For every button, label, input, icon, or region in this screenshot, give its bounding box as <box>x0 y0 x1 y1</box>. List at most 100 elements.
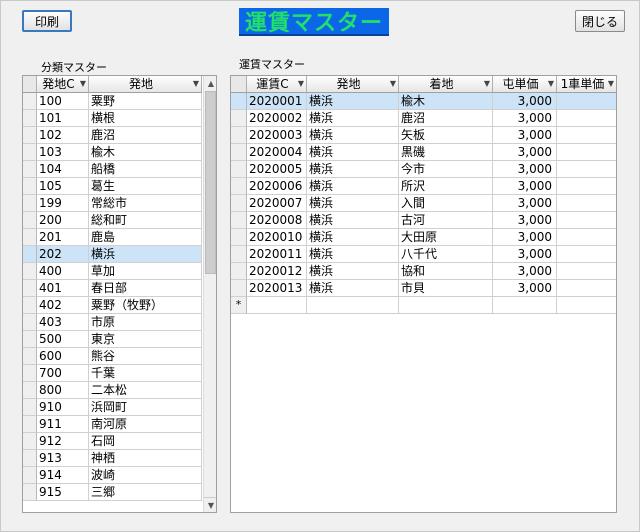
row-selector[interactable] <box>23 93 37 110</box>
row-selector[interactable] <box>231 161 247 178</box>
row-selector[interactable] <box>231 93 247 110</box>
left-grid-cell[interactable]: 105 <box>37 178 89 195</box>
right-grid-cell[interactable]: 今市 <box>399 161 493 178</box>
left-grid-row[interactable]: 403 市原 <box>23 314 202 331</box>
right-grid-cell[interactable]: 横浜 <box>307 178 399 195</box>
right-grid-cell[interactable]: 2020013 <box>247 280 307 297</box>
left-grid-row[interactable]: 500 東京 <box>23 331 202 348</box>
right-grid-row[interactable]: 2020008 横浜 古河 3,000 <box>231 212 616 229</box>
right-grid-cell[interactable] <box>557 178 616 195</box>
left-grid-cell[interactable]: 500 <box>37 331 89 348</box>
scroll-up-icon[interactable]: ▲ <box>204 76 216 90</box>
row-selector[interactable] <box>23 161 37 178</box>
left-grid-cell[interactable]: 熊谷 <box>89 348 202 365</box>
right-grid-cell[interactable]: 横浜 <box>307 195 399 212</box>
right-grid-cell[interactable]: 2020010 <box>247 229 307 246</box>
right-grid-cell[interactable] <box>557 297 616 314</box>
left-grid-cell[interactable]: 915 <box>37 484 89 501</box>
right-grid-cell[interactable]: 楡木 <box>399 93 493 110</box>
left-grid-row[interactable]: 910 浜岡町 <box>23 399 202 416</box>
left-grid-cell[interactable]: 東京 <box>89 331 202 348</box>
right-grid-cell[interactable]: 2020007 <box>247 195 307 212</box>
print-button[interactable]: 印刷 <box>22 10 72 32</box>
left-grid-cell[interactable]: 911 <box>37 416 89 433</box>
right-grid-cell[interactable]: 黒磯 <box>399 144 493 161</box>
right-grid-cell[interactable]: 横浜 <box>307 127 399 144</box>
left-grid-cell[interactable]: 700 <box>37 365 89 382</box>
row-selector[interactable] <box>23 382 37 399</box>
left-grid-row[interactable]: 102 鹿沼 <box>23 127 202 144</box>
left-grid-cell[interactable]: 横浜 <box>89 246 202 263</box>
right-grid-cell[interactable]: 横浜 <box>307 229 399 246</box>
right-grid-cell[interactable]: 大田原 <box>399 229 493 246</box>
row-selector[interactable] <box>23 178 37 195</box>
right-grid-cell[interactable]: 2020008 <box>247 212 307 229</box>
right-grid-row[interactable]: 2020010 横浜 大田原 3,000 <box>231 229 616 246</box>
dropdown-arrow-icon[interactable]: ▼ <box>193 76 199 92</box>
right-grid-row[interactable]: 2020005 横浜 今市 3,000 <box>231 161 616 178</box>
right-grid-cell[interactable]: 3,000 <box>493 178 557 195</box>
left-grid-cell[interactable]: 市原 <box>89 314 202 331</box>
fare-master-grid[interactable]: 運賃C ▼ 発地 ▼ 着地 ▼ 屯単価 ▼ 1車単価 ▼ 2020001 横浜 楡木 3,000 20200… <box>230 75 617 513</box>
left-grid-row[interactable]: 200 総和町 <box>23 212 202 229</box>
left-grid-row[interactable]: 800 二本松 <box>23 382 202 399</box>
row-selector[interactable] <box>23 399 37 416</box>
left-grid-cell[interactable]: 200 <box>37 212 89 229</box>
row-selector[interactable] <box>23 416 37 433</box>
right-grid-cell[interactable] <box>399 297 493 314</box>
right-grid-row[interactable]: 2020011 横浜 八千代 3,000 <box>231 246 616 263</box>
row-selector[interactable] <box>23 314 37 331</box>
close-button[interactable]: 閉じる <box>575 10 625 32</box>
left-grid-cell[interactable]: 201 <box>37 229 89 246</box>
left-grid-cell[interactable]: 千葉 <box>89 365 202 382</box>
row-selector[interactable] <box>23 127 37 144</box>
right-grid-cell[interactable]: 3,000 <box>493 93 557 110</box>
left-grid-cell[interactable]: 101 <box>37 110 89 127</box>
row-selector[interactable] <box>23 450 37 467</box>
left-grid-row[interactable]: 103 楡木 <box>23 144 202 161</box>
left-grid-row[interactable]: 104 船橋 <box>23 161 202 178</box>
right-grid-column-header[interactable]: 運賃C ▼ <box>247 76 307 93</box>
row-selector[interactable] <box>23 195 37 212</box>
left-grid-cell[interactable]: 104 <box>37 161 89 178</box>
right-grid-cell[interactable] <box>557 110 616 127</box>
left-grid-cell[interactable]: 鹿島 <box>89 229 202 246</box>
left-grid-cell[interactable]: 二本松 <box>89 382 202 399</box>
right-grid-cell[interactable]: 3,000 <box>493 280 557 297</box>
row-selector[interactable] <box>23 484 37 501</box>
right-grid-cell[interactable]: 入間 <box>399 195 493 212</box>
dropdown-arrow-icon[interactable]: ▼ <box>548 76 554 92</box>
left-grid-cell[interactable]: 600 <box>37 348 89 365</box>
row-selector[interactable] <box>231 212 247 229</box>
right-grid-row[interactable]: 2020013 横浜 市貝 3,000 <box>231 280 616 297</box>
left-grid-cell[interactable]: 910 <box>37 399 89 416</box>
right-grid-cell[interactable] <box>557 280 616 297</box>
left-grid-cell[interactable]: 400 <box>37 263 89 280</box>
left-grid-row[interactable]: 105 葛生 <box>23 178 202 195</box>
row-selector[interactable] <box>23 144 37 161</box>
right-grid-column-header[interactable]: 着地 ▼ <box>399 76 493 93</box>
left-grid-column-header[interactable]: 発地 ▼ <box>89 76 202 93</box>
left-grid-row[interactable]: 912 石岡 <box>23 433 202 450</box>
left-grid-cell[interactable]: 粟野 <box>89 93 202 110</box>
row-selector[interactable] <box>231 280 247 297</box>
right-grid-cell[interactable]: 3,000 <box>493 263 557 280</box>
row-selector[interactable] <box>23 229 37 246</box>
row-selector[interactable] <box>231 246 247 263</box>
left-grid-row[interactable]: 101 横根 <box>23 110 202 127</box>
left-grid-cell[interactable]: 三郷 <box>89 484 202 501</box>
left-grid-row[interactable]: 700 千葉 <box>23 365 202 382</box>
right-grid-cell[interactable]: 横浜 <box>307 110 399 127</box>
left-grid-cell[interactable]: 401 <box>37 280 89 297</box>
right-grid-cell[interactable] <box>247 297 307 314</box>
right-grid-cell[interactable]: 横浜 <box>307 280 399 297</box>
left-grid-cell[interactable]: 船橋 <box>89 161 202 178</box>
right-grid-cell[interactable]: 3,000 <box>493 127 557 144</box>
left-grid-cell[interactable]: 石岡 <box>89 433 202 450</box>
left-grid-row[interactable]: 911 南河原 <box>23 416 202 433</box>
right-grid-new-row[interactable]: * <box>231 297 616 314</box>
right-grid-cell[interactable]: 横浜 <box>307 93 399 110</box>
left-grid-cell[interactable]: 総和町 <box>89 212 202 229</box>
right-grid-cell[interactable]: 古河 <box>399 212 493 229</box>
row-selector[interactable] <box>23 331 37 348</box>
